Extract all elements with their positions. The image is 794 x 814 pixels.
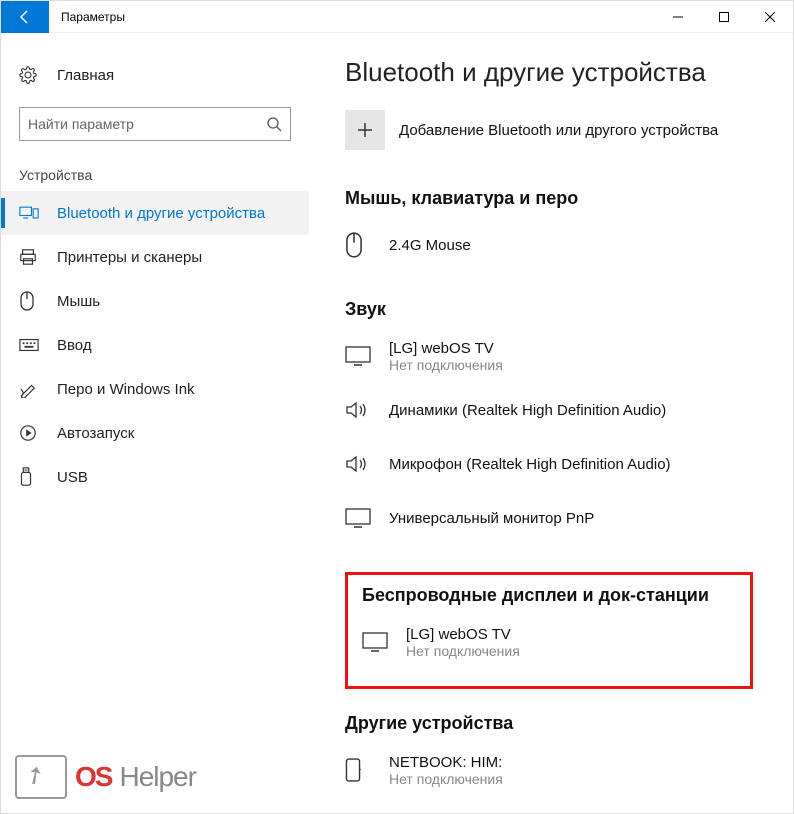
home-label: Главная <box>57 67 114 84</box>
device-name: Универсальный монитор PnP <box>389 510 594 527</box>
device-item[interactable]: Динамики (Realtek High Definition Audio) <box>345 386 753 434</box>
section-audio: Звук [LG] webOS TV Нет подключения Динам… <box>345 299 753 542</box>
plus-icon <box>345 110 385 150</box>
nav-item-mouse[interactable]: Мышь <box>1 279 309 323</box>
arrow-left-icon <box>17 9 33 25</box>
nav-item-bluetooth[interactable]: Bluetooth и другие устройства <box>1 191 309 235</box>
mouse-icon <box>345 232 373 258</box>
device-name: [LG] webOS TV <box>389 340 503 357</box>
device-name: Динамики (Realtek High Definition Audio) <box>389 402 666 419</box>
nav-item-pen[interactable]: Перо и Windows Ink <box>1 367 309 411</box>
device-name: NETBOOK: HIM: <box>389 754 503 771</box>
back-button[interactable] <box>1 1 49 33</box>
nav-label: Перо и Windows Ink <box>57 381 195 398</box>
device-item[interactable]: Универсальный монитор PnP <box>345 494 753 542</box>
page-title: Bluetooth и другие устройства <box>345 57 753 88</box>
nav-label: Автозапуск <box>57 425 134 442</box>
watermark-helper: Helper <box>119 761 195 793</box>
nav-label: USB <box>57 469 88 486</box>
usb-icon <box>19 467 39 487</box>
main-panel: Bluetooth и другие устройства Добавление… <box>309 33 793 813</box>
section-other: Другие устройства NETBOOK: HIM: Нет подк… <box>345 713 753 794</box>
device-status: Нет подключения <box>389 357 503 373</box>
nav-label: Bluetooth и другие устройства <box>57 205 265 222</box>
device-item[interactable]: 2.4G Mouse <box>345 221 753 269</box>
device-item[interactable]: Микрофон (Realtek High Definition Audio) <box>345 440 753 488</box>
device-item[interactable]: [LG] webOS TV Нет подключения <box>362 618 736 666</box>
autoplay-icon <box>19 424 39 442</box>
monitor-icon <box>345 508 373 528</box>
nav-label: Мышь <box>57 293 100 310</box>
nav-item-autoplay[interactable]: Автозапуск <box>1 411 309 455</box>
printer-icon <box>19 248 39 266</box>
window-controls <box>655 1 793 33</box>
device-name: 2.4G Mouse <box>389 237 471 254</box>
add-device-label: Добавление Bluetooth или другого устройс… <box>399 122 718 139</box>
search-icon <box>266 116 282 132</box>
devices-icon <box>19 205 39 221</box>
watermark-os: OS <box>75 761 111 793</box>
section-header: Беспроводные дисплеи и док-станции <box>362 585 736 606</box>
device-name: [LG] webOS TV <box>406 626 520 643</box>
nav-item-printers[interactable]: Принтеры и сканеры <box>1 235 309 279</box>
nav-label: Принтеры и сканеры <box>57 249 202 266</box>
titlebar: Параметры <box>1 1 793 33</box>
mouse-icon <box>19 291 39 311</box>
add-device-button[interactable]: Добавление Bluetooth или другого устройс… <box>345 110 753 150</box>
pen-icon <box>19 380 39 398</box>
search-input[interactable] <box>28 116 266 132</box>
highlighted-section: Беспроводные дисплеи и док-станции [LG] … <box>345 572 753 689</box>
close-button[interactable] <box>747 1 793 33</box>
device-item[interactable]: [LG] webOS TV Нет подключения <box>345 332 753 380</box>
home-button[interactable]: Главная <box>1 53 309 97</box>
monitor-icon <box>345 346 373 366</box>
device-status: Нет подключения <box>406 643 520 659</box>
keyboard-icon <box>19 338 39 352</box>
category-header: Устройства <box>1 155 309 191</box>
monitor-icon <box>362 632 390 652</box>
device-name: Микрофон (Realtek High Definition Audio) <box>389 456 671 473</box>
minimize-button[interactable] <box>655 1 701 33</box>
device-item[interactable]: NETBOOK: HIM: Нет подключения <box>345 746 753 794</box>
search-box[interactable] <box>19 107 291 141</box>
section-header: Мышь, клавиатура и перо <box>345 188 753 209</box>
nav-label: Ввод <box>57 337 92 354</box>
maximize-button[interactable] <box>701 1 747 33</box>
device-status: Нет подключения <box>389 771 503 787</box>
section-header: Другие устройства <box>345 713 753 734</box>
nav-item-usb[interactable]: USB <box>1 455 309 499</box>
section-input: Мышь, клавиатура и перо 2.4G Mouse <box>345 188 753 269</box>
section-header: Звук <box>345 299 753 320</box>
speaker-icon <box>345 454 373 474</box>
cursor-box-icon: ➚ <box>15 755 67 799</box>
phone-icon <box>345 758 373 782</box>
sidebar: Главная Устройства Bluetooth и другие ус… <box>1 33 309 813</box>
window-title: Параметры <box>61 10 125 24</box>
gear-icon <box>19 66 39 84</box>
speaker-icon <box>345 400 373 420</box>
watermark: ➚ OS Helper <box>15 755 196 799</box>
nav-item-typing[interactable]: Ввод <box>1 323 309 367</box>
